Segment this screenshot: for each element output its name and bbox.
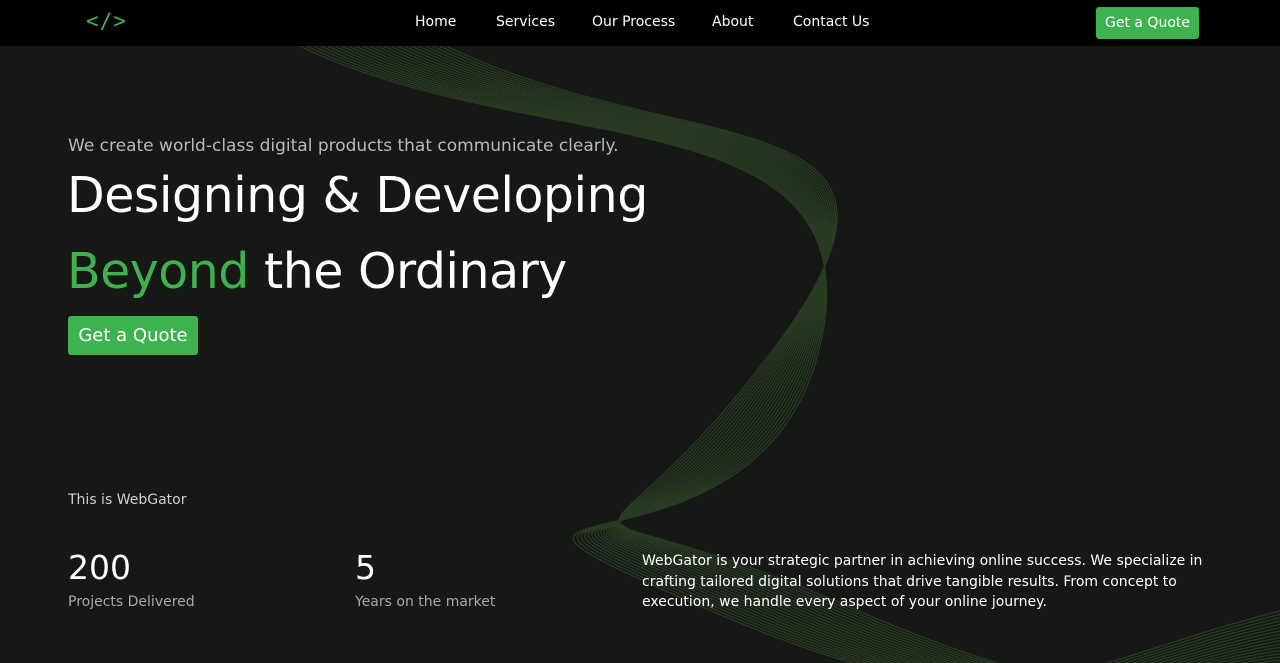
stat-label: Projects Delivered	[68, 594, 195, 610]
nav-services[interactable]: Services	[496, 14, 555, 30]
hero-get-quote-button[interactable]: Get a Quote	[68, 316, 198, 355]
about-section-label: This is WebGator	[68, 492, 187, 508]
main-nav: Home Services Our Process About Contact …	[0, 14, 1280, 34]
stat-value: 5	[355, 548, 376, 587]
about-description: WebGator is your strategic partner in ac…	[642, 553, 1203, 610]
top-navigation-bar: </> Home Services Our Process About Cont…	[0, 0, 1280, 46]
stat-value: 200	[68, 548, 131, 587]
hero-headline-rest: the Ordinary	[248, 243, 567, 300]
nav-contact-us[interactable]: Contact Us	[793, 14, 869, 30]
nav-home[interactable]: Home	[415, 14, 456, 30]
hero-tagline: We create world-class digital products t…	[68, 136, 619, 156]
hero-headline-line2: Beyond the Ordinary	[67, 247, 567, 296]
header-get-quote-button[interactable]: Get a Quote	[1096, 7, 1199, 39]
stat-label: Years on the market	[355, 594, 496, 610]
nav-about[interactable]: About	[712, 14, 753, 30]
hero-headline-accent: Beyond	[67, 243, 249, 300]
stat-projects: 200 Projects Delivered	[68, 551, 195, 610]
hero-headline-line1: Designing & Developing	[67, 167, 648, 224]
stat-years: 5 Years on the market	[355, 551, 495, 610]
nav-our-process[interactable]: Our Process	[592, 14, 675, 30]
